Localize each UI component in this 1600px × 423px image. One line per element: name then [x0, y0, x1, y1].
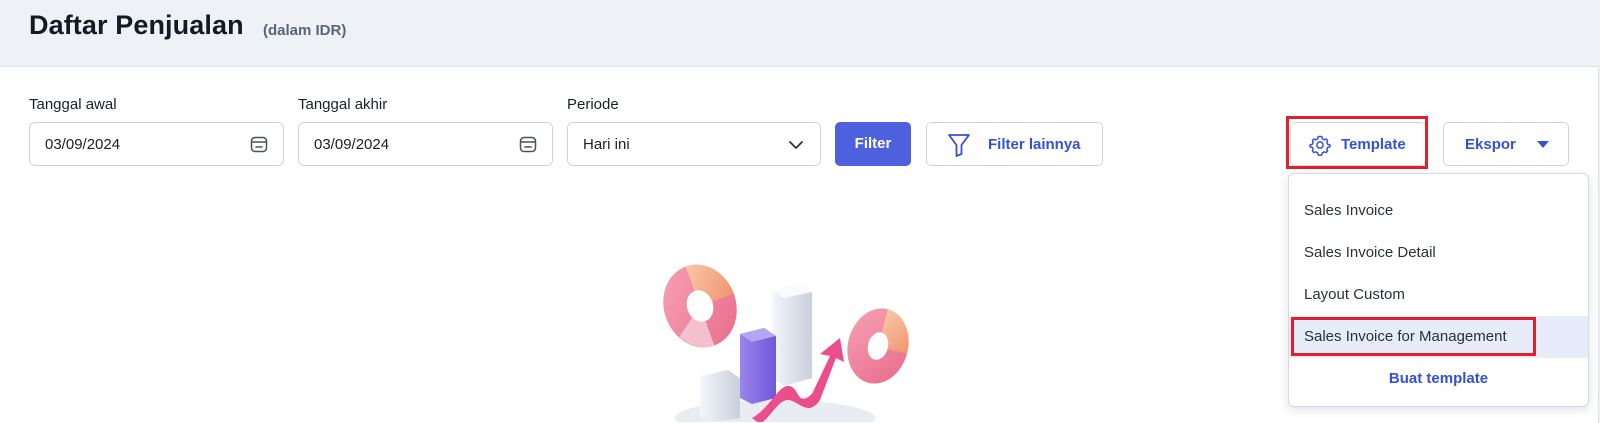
caret-down-icon: [1537, 141, 1549, 148]
export-label: Ekspor: [1465, 136, 1516, 153]
export-button[interactable]: Ekspor: [1443, 122, 1569, 166]
page-title: Daftar Penjualan: [29, 10, 244, 40]
chevron-down-icon: [789, 141, 803, 149]
period-value: Hari ini: [583, 136, 630, 153]
start-date-label: Tanggal awal: [29, 96, 117, 113]
start-date-field[interactable]: 03/09/2024: [29, 122, 284, 166]
template-menu-item[interactable]: Sales Invoice: [1289, 190, 1588, 232]
create-template-link[interactable]: Buat template: [1289, 358, 1588, 400]
page-header: Daftar Penjualan (dalam IDR): [0, 0, 1600, 66]
end-date-value: 03/09/2024: [314, 136, 390, 153]
filter-button[interactable]: Filter: [835, 122, 911, 166]
more-filters-label: Filter lainnya: [988, 136, 1081, 153]
calendar-icon[interactable]: [249, 134, 269, 154]
template-highlight-box: [1286, 116, 1428, 169]
empty-state-illustration: [663, 264, 909, 422]
page-subtitle: (dalam IDR): [263, 22, 347, 39]
period-select[interactable]: Hari ini: [567, 122, 821, 166]
funnel-icon: [948, 134, 970, 157]
menu-item-highlight-box: [1291, 317, 1536, 356]
end-date-field[interactable]: 03/09/2024: [298, 122, 553, 166]
calendar-icon[interactable]: [518, 134, 538, 154]
template-menu-item[interactable]: Sales Invoice Detail: [1289, 232, 1588, 274]
start-date-value: 03/09/2024: [45, 136, 121, 153]
period-label: Periode: [567, 96, 619, 113]
template-menu: Sales Invoice Sales Invoice Detail Layou…: [1288, 173, 1589, 407]
end-date-label: Tanggal akhir: [298, 96, 388, 113]
more-filters-button[interactable]: Filter lainnya: [926, 122, 1103, 166]
template-menu-item[interactable]: Layout Custom: [1289, 274, 1588, 316]
